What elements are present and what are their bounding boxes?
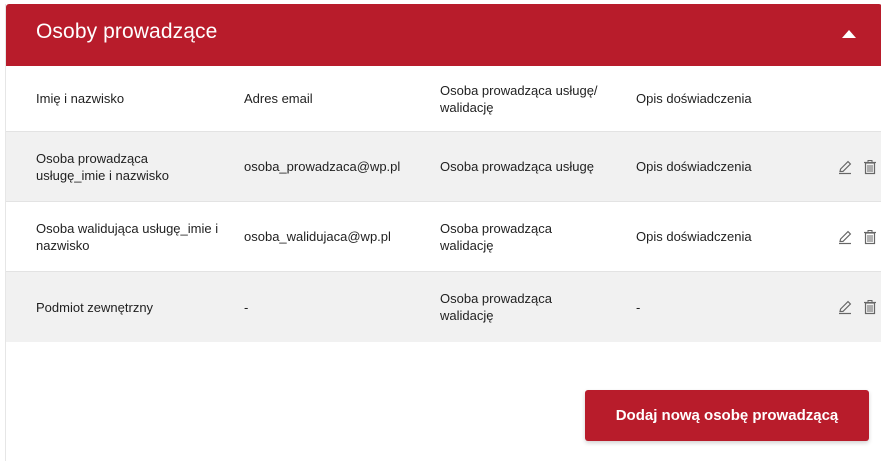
table-row: Podmiot zewnętrzny - Osoba prowadząca wa… xyxy=(6,272,881,342)
row-actions xyxy=(837,132,878,201)
delete-icon[interactable] xyxy=(862,229,878,245)
row-experience: - xyxy=(636,299,641,315)
row-role: Osoba prowadząca walidację xyxy=(440,291,553,323)
row-role-cell: Osoba prowadząca walidację xyxy=(440,202,625,271)
edit-icon[interactable] xyxy=(837,229,853,245)
column-header-email-label: Adres email xyxy=(244,91,313,106)
column-header-name: Imię i nazwisko xyxy=(36,66,231,131)
row-experience-cell: Opis doświadczenia xyxy=(636,202,816,271)
row-name: Podmiot zewnętrzny xyxy=(36,299,154,315)
row-role-cell: Osoba prowadząca walidację xyxy=(440,272,625,342)
table-row: Osoba walidująca usługę_imie i nazwisko … xyxy=(6,202,881,272)
row-email-cell: osoba_walidujaca@wp.pl xyxy=(244,202,429,271)
add-lecturer-button[interactable]: Dodaj nową osobę prowadzącą xyxy=(585,390,869,441)
column-header-experience: Opis doświadczenia xyxy=(636,66,816,131)
column-header-name-label: Imię i nazwisko xyxy=(36,91,125,106)
row-role: Osoba prowadząca usługę xyxy=(440,159,594,174)
row-actions xyxy=(837,272,878,342)
row-experience-cell: - xyxy=(636,272,816,342)
delete-icon[interactable] xyxy=(862,159,878,175)
column-header-role: Osoba prowadząca usługę/ walidację xyxy=(440,66,625,131)
column-header-role-label: Osoba prowadząca usługę/ walidację xyxy=(440,82,598,115)
row-email: - xyxy=(244,299,249,315)
table-row: Osoba prowadząca usługę_imie i nazwisko … xyxy=(6,132,881,202)
row-name: Osoba walidująca usługę_imie i nazwisko xyxy=(36,220,219,253)
row-experience: Opis doświadczenia xyxy=(636,159,752,174)
row-email-cell: - xyxy=(244,272,429,342)
column-header-email: Adres email xyxy=(244,66,429,131)
edit-icon[interactable] xyxy=(837,159,853,175)
row-experience-cell: Opis doświadczenia xyxy=(636,132,816,201)
panel-header[interactable]: Osoby prowadzące xyxy=(6,4,881,66)
row-actions xyxy=(837,202,878,271)
column-header-experience-label: Opis doświadczenia xyxy=(636,91,752,106)
row-role: Osoba prowadząca walidację xyxy=(440,220,553,253)
delete-icon[interactable] xyxy=(862,299,878,315)
panel-title: Osoby prowadzące xyxy=(36,20,218,43)
row-role-cell: Osoba prowadząca usługę xyxy=(440,132,625,201)
row-name-cell: Osoba prowadząca usługę_imie i nazwisko xyxy=(36,132,231,201)
edit-icon[interactable] xyxy=(837,299,853,315)
chevron-up-icon[interactable] xyxy=(842,30,856,38)
row-name: Osoba prowadząca usługę_imie i nazwisko xyxy=(36,150,169,183)
row-email-cell: osoba_prowadzaca@wp.pl xyxy=(244,132,429,201)
row-email: osoba_walidujaca@wp.pl xyxy=(244,229,391,244)
row-email: osoba_prowadzaca@wp.pl xyxy=(244,159,401,174)
row-experience: Opis doświadczenia xyxy=(636,229,752,244)
table-header-row: Imię i nazwisko Adres email Osoba prowad… xyxy=(6,66,881,132)
lecturers-panel: Osoby prowadzące Imię i nazwisko Adres e… xyxy=(5,4,881,461)
row-name-cell: Osoba walidująca usługę_imie i nazwisko xyxy=(36,202,231,271)
row-name-cell: Podmiot zewnętrzny xyxy=(36,272,231,342)
